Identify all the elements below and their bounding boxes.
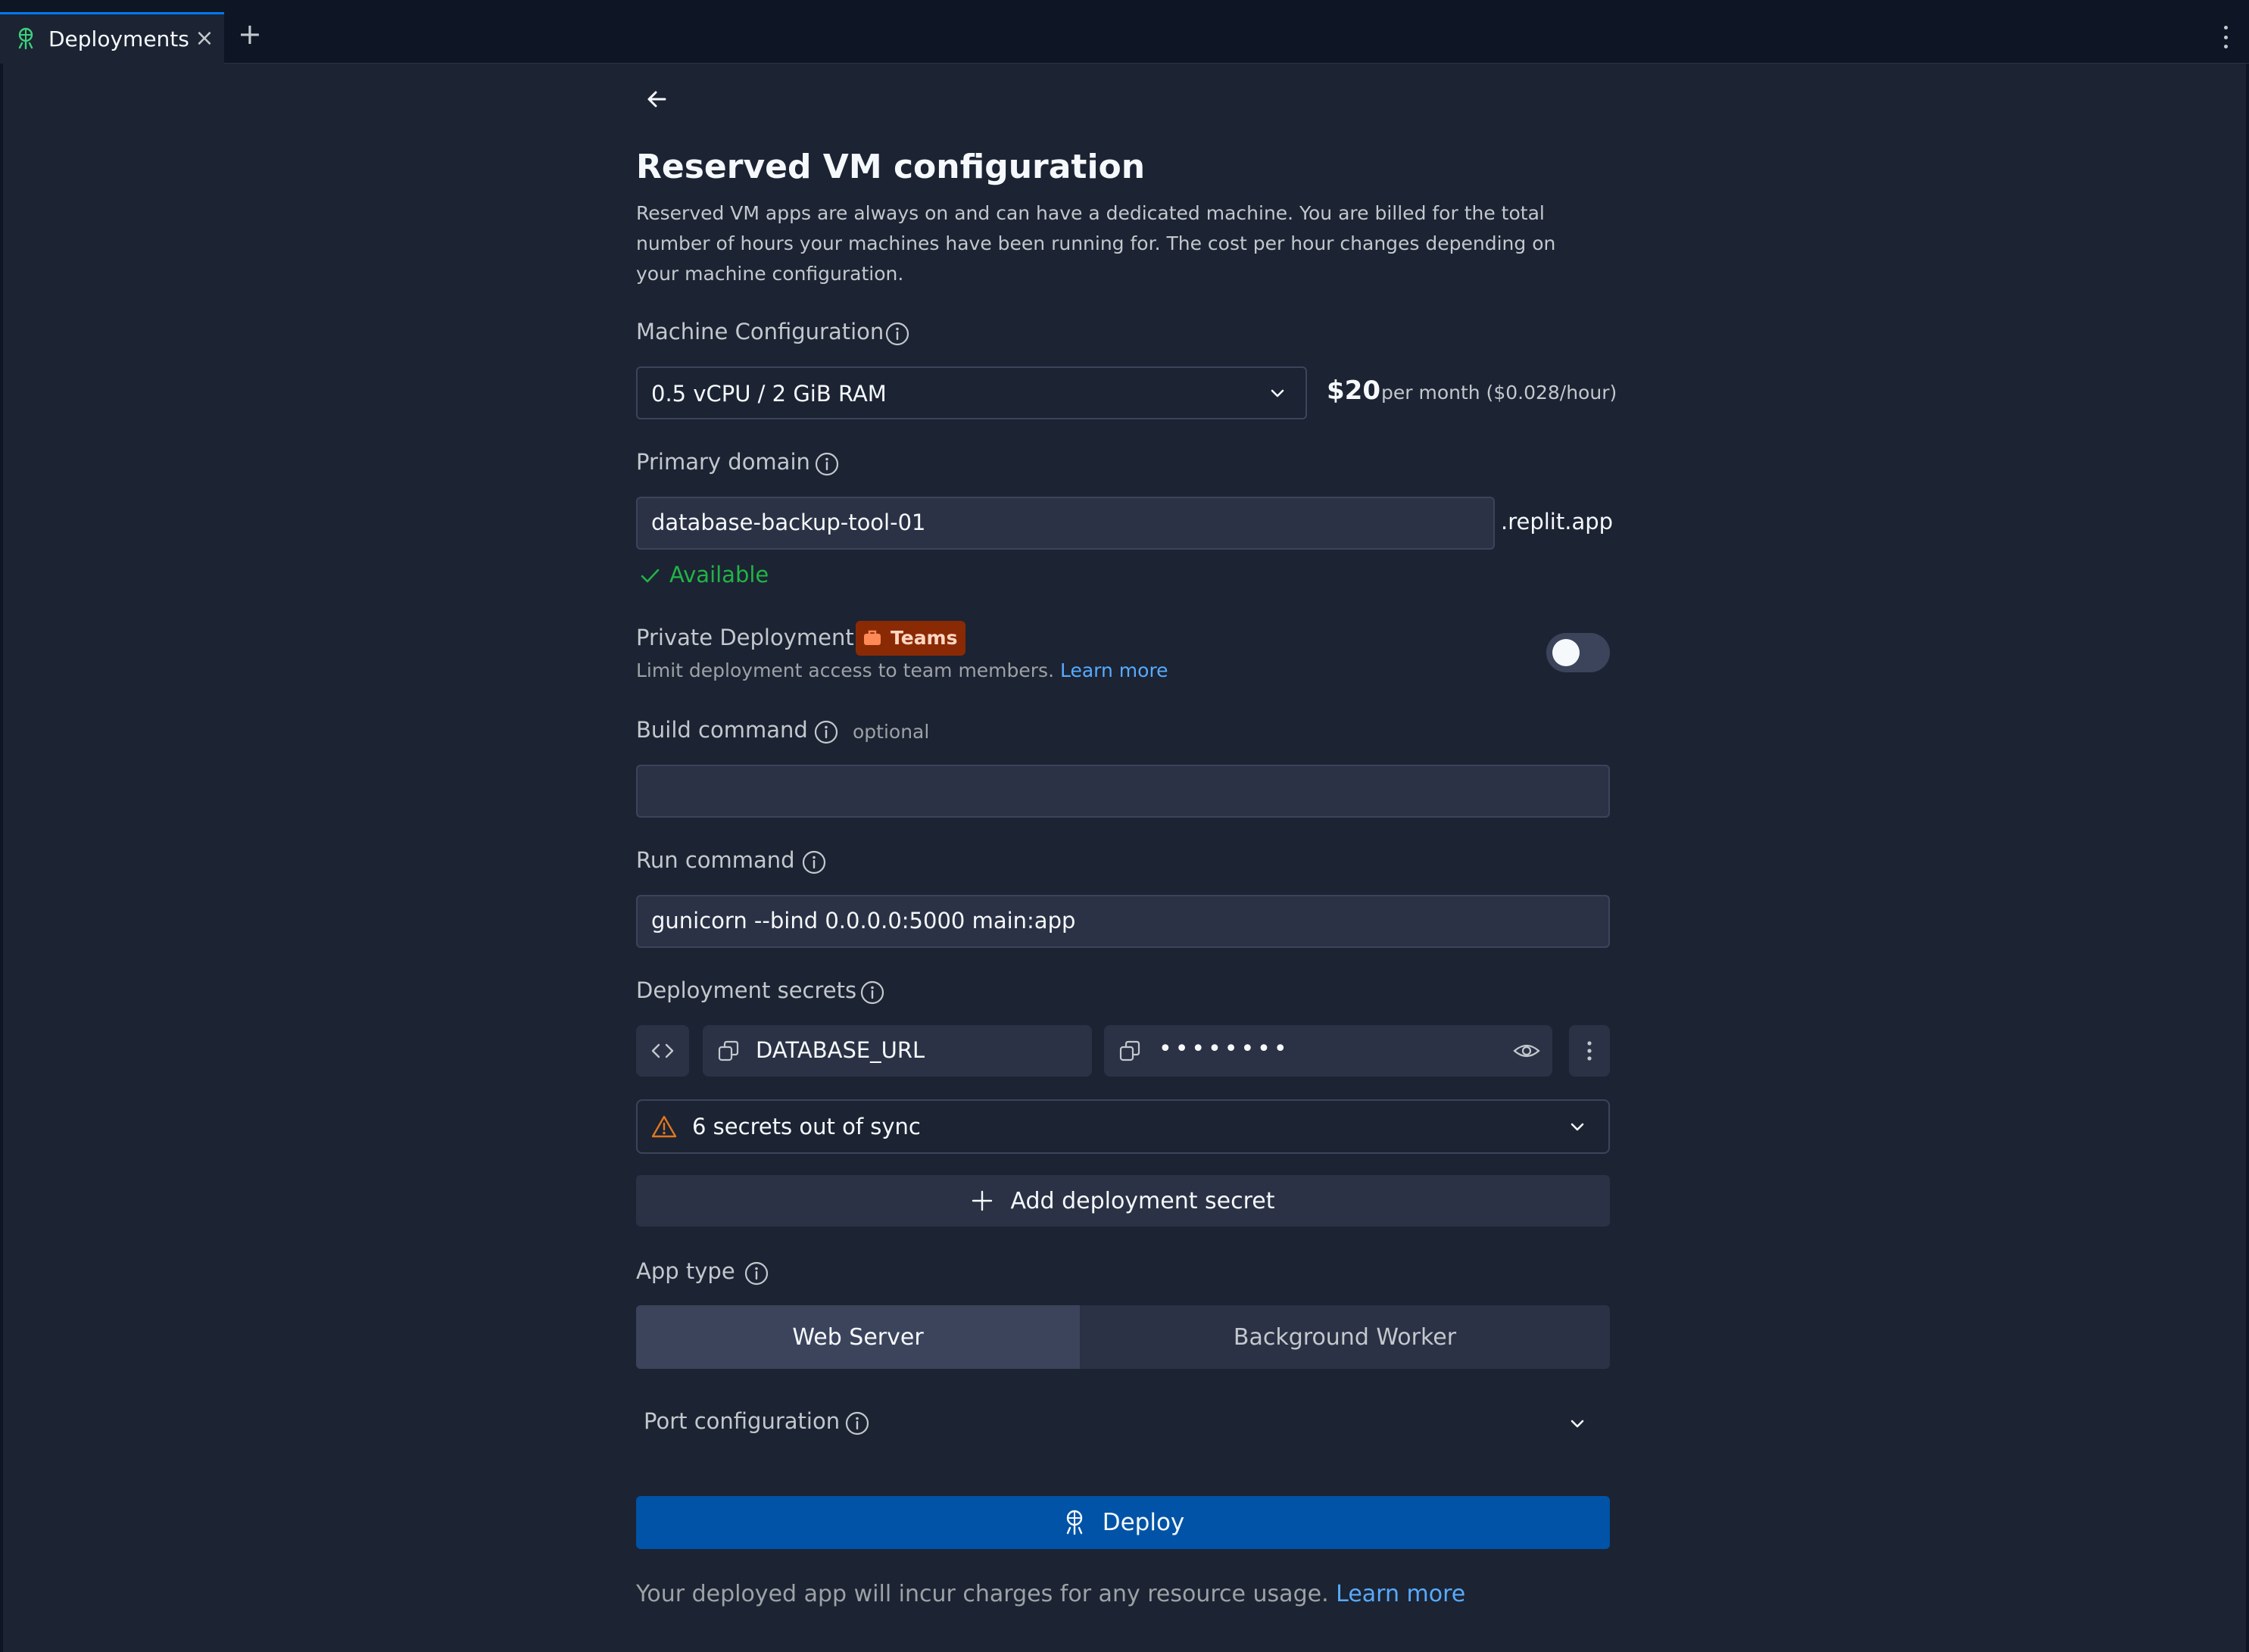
- deploy-icon: [18, 27, 33, 50]
- optional-label: optional: [853, 721, 930, 743]
- secrets-sync-dropdown[interactable]: 6 secrets out of sync: [636, 1099, 1610, 1154]
- private-deployment-description: Limit deployment access to team members.…: [636, 659, 1168, 681]
- add-tab-icon[interactable]: +: [238, 20, 262, 48]
- info-icon[interactable]: [844, 1410, 870, 1436]
- private-deployment-toggle[interactable]: [1546, 633, 1610, 672]
- learn-more-link[interactable]: Learn more: [1060, 659, 1168, 681]
- price-note: per month ($0.028/hour): [1381, 382, 1617, 404]
- port-configuration-row[interactable]: Port configuration: [636, 1402, 1610, 1445]
- eye-icon[interactable]: [1513, 1039, 1540, 1063]
- deployment-secrets-label: Deployment secrets: [636, 977, 857, 1003]
- chevron-down-icon: [1271, 389, 1284, 397]
- deploy-label: Deploy: [1102, 1509, 1185, 1536]
- add-deployment-secret-button[interactable]: Add deployment secret: [636, 1175, 1610, 1227]
- port-configuration-label: Port configuration: [644, 1408, 841, 1434]
- app-type-web-server[interactable]: Web Server: [636, 1305, 1080, 1369]
- machine-config-select[interactable]: 0.5 vCPU / 2 GiB RAM: [636, 366, 1307, 419]
- info-icon[interactable]: [859, 980, 885, 1005]
- tab-bar: Deployments × +: [0, 0, 2249, 64]
- deploy-note-text: Your deployed app will incur charges for…: [636, 1581, 1329, 1607]
- tab-deployments[interactable]: Deployments ×: [0, 12, 224, 64]
- machine-config-label: Machine Configuration: [636, 319, 884, 344]
- domain-suffix: .replit.app: [1501, 509, 1614, 535]
- briefcase-icon: [864, 630, 881, 645]
- private-description-text: Limit deployment access to team members.: [636, 659, 1055, 681]
- chevron-down-icon: [1571, 1420, 1584, 1428]
- build-command-label: Build command: [636, 717, 808, 743]
- check-icon: [641, 569, 660, 583]
- build-command-input[interactable]: [636, 765, 1610, 818]
- more-options-icon[interactable]: [2222, 26, 2229, 48]
- app-type-background-worker[interactable]: Background Worker: [1080, 1305, 1610, 1369]
- secret-key-field[interactable]: DATABASE_URL: [703, 1025, 1092, 1077]
- info-icon[interactable]: [801, 849, 827, 875]
- run-command-value: gunicorn --bind 0.0.0.0:5000 main:app: [651, 908, 1076, 934]
- sync-status-text: 6 secrets out of sync: [692, 1114, 921, 1139]
- copy-icon[interactable]: [716, 1039, 741, 1063]
- chevron-down-icon: [1571, 1123, 1584, 1131]
- primary-domain-input[interactable]: database-backup-tool-01: [636, 497, 1495, 550]
- deployments-page: Deployments × + Reserved VM configuratio…: [0, 0, 2249, 1652]
- add-secret-label: Add deployment secret: [1010, 1187, 1275, 1214]
- deploy-button[interactable]: Deploy: [636, 1496, 1610, 1549]
- pane-border-right: [2246, 64, 2249, 1652]
- secret-value-field[interactable]: ••••••••: [1104, 1025, 1552, 1077]
- more-vertical-icon: [1587, 1041, 1592, 1061]
- close-icon[interactable]: ×: [194, 27, 215, 50]
- run-command-label: Run command: [636, 847, 795, 873]
- info-icon[interactable]: [813, 719, 839, 745]
- app-type-segmented-control: Web Server Background Worker: [636, 1305, 1610, 1369]
- machine-config-value: 0.5 vCPU / 2 GiB RAM: [651, 381, 887, 407]
- primary-domain-label: Primary domain: [636, 449, 810, 475]
- back-arrow-icon[interactable]: [642, 85, 671, 114]
- secret-masked-value: ••••••••: [1159, 1036, 1290, 1062]
- private-deployment-label: Private Deployment: [636, 625, 854, 650]
- pane-border-left: [0, 64, 3, 1652]
- code-view-button[interactable]: [636, 1025, 689, 1077]
- primary-domain-value: database-backup-tool-01: [651, 510, 926, 535]
- teams-badge: Teams: [856, 621, 965, 656]
- price-amount: $20: [1327, 376, 1380, 406]
- page-title: Reserved VM configuration: [636, 148, 1146, 186]
- teams-badge-label: Teams: [891, 627, 958, 649]
- secret-more-button[interactable]: [1569, 1025, 1610, 1077]
- run-command-input[interactable]: gunicorn --bind 0.0.0.0:5000 main:app: [636, 895, 1610, 948]
- page-description: Reserved VM apps are always on and can h…: [636, 202, 1556, 285]
- tab-label: Deployments: [48, 26, 189, 51]
- domain-status: Available: [669, 562, 769, 588]
- copy-icon[interactable]: [1118, 1039, 1142, 1063]
- deploy-charges-note: Your deployed app will incur charges for…: [636, 1581, 1465, 1607]
- deploy-icon: [1066, 1510, 1082, 1535]
- code-icon: [651, 1043, 674, 1058]
- warning-icon: [651, 1115, 677, 1138]
- info-icon[interactable]: [884, 321, 910, 347]
- deploy-learn-more-link[interactable]: Learn more: [1336, 1581, 1465, 1607]
- info-icon[interactable]: [744, 1261, 769, 1286]
- info-icon[interactable]: [814, 451, 840, 477]
- secret-key-value: DATABASE_URL: [756, 1037, 925, 1063]
- plus-icon: [972, 1190, 993, 1211]
- app-type-label: App type: [636, 1258, 735, 1284]
- toggle-knob: [1552, 639, 1580, 666]
